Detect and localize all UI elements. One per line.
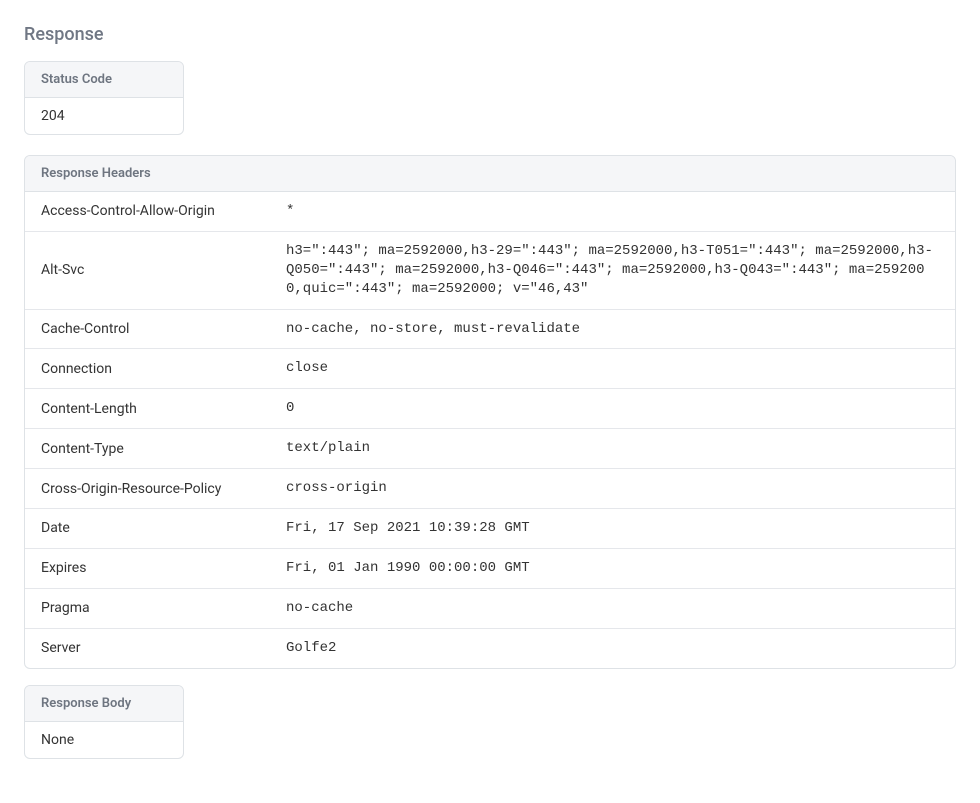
header-row: ServerGolfe2 bbox=[25, 628, 955, 667]
header-name: Pragma bbox=[25, 588, 270, 628]
header-name: Cache-Control bbox=[25, 309, 270, 349]
header-value: no-cache bbox=[270, 588, 955, 628]
header-row: Pragmano-cache bbox=[25, 588, 955, 628]
header-row: Connectionclose bbox=[25, 349, 955, 389]
header-value: h3=":443"; ma=2592000,h3-29=":443"; ma=2… bbox=[270, 231, 955, 309]
header-value: text/plain bbox=[270, 429, 955, 469]
header-name: Content-Type bbox=[25, 429, 270, 469]
header-value: Fri, 01 Jan 1990 00:00:00 GMT bbox=[270, 548, 955, 588]
header-value: 0 bbox=[270, 389, 955, 429]
header-name: Content-Length bbox=[25, 389, 270, 429]
header-row: Content-Typetext/plain bbox=[25, 429, 955, 469]
header-name: Expires bbox=[25, 548, 270, 588]
header-value: close bbox=[270, 349, 955, 389]
response-body-value: None bbox=[25, 722, 183, 758]
status-code-value: 204 bbox=[25, 98, 183, 134]
header-name: Connection bbox=[25, 349, 270, 389]
response-headers-table: Access-Control-Allow-Origin*Alt-Svch3=":… bbox=[25, 192, 955, 668]
header-value: cross-origin bbox=[270, 469, 955, 509]
header-name: Cross-Origin-Resource-Policy bbox=[25, 469, 270, 509]
header-row: Cross-Origin-Resource-Policycross-origin bbox=[25, 469, 955, 509]
header-row: DateFri, 17 Sep 2021 10:39:28 GMT bbox=[25, 509, 955, 549]
header-value: Golfe2 bbox=[270, 628, 955, 667]
header-row: Cache-Controlno-cache, no-store, must-re… bbox=[25, 309, 955, 349]
response-body-label: Response Body bbox=[25, 686, 183, 722]
header-row: Access-Control-Allow-Origin* bbox=[25, 192, 955, 231]
header-value: no-cache, no-store, must-revalidate bbox=[270, 309, 955, 349]
status-code-panel: Status Code 204 bbox=[24, 61, 184, 135]
response-body-panel: Response Body None bbox=[24, 685, 184, 759]
header-value: Fri, 17 Sep 2021 10:39:28 GMT bbox=[270, 509, 955, 549]
header-row: Content-Length0 bbox=[25, 389, 955, 429]
header-name: Date bbox=[25, 509, 270, 549]
header-name: Alt-Svc bbox=[25, 231, 270, 309]
header-row: ExpiresFri, 01 Jan 1990 00:00:00 GMT bbox=[25, 548, 955, 588]
status-code-label: Status Code bbox=[25, 62, 183, 98]
response-headers-panel: Response Headers Access-Control-Allow-Or… bbox=[24, 155, 956, 669]
header-name: Server bbox=[25, 628, 270, 667]
response-headers-label: Response Headers bbox=[25, 156, 955, 192]
header-value: * bbox=[270, 192, 955, 231]
header-name: Access-Control-Allow-Origin bbox=[25, 192, 270, 231]
response-section-title: Response bbox=[24, 24, 956, 45]
header-row: Alt-Svch3=":443"; ma=2592000,h3-29=":443… bbox=[25, 231, 955, 309]
